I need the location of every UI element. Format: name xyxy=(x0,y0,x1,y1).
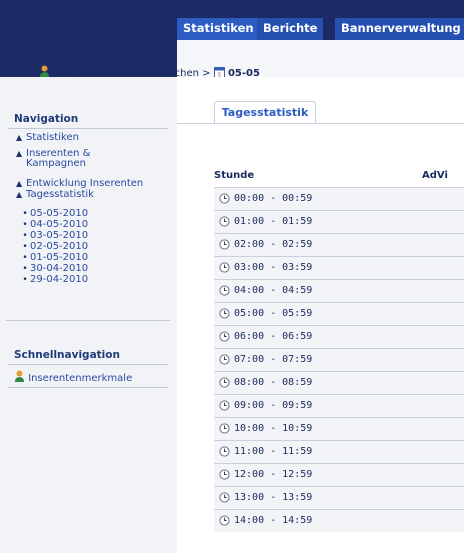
divider xyxy=(6,320,170,321)
table-row: 04:00 - 04:59 xyxy=(214,279,464,302)
hour-range-link[interactable]: 01:00 - 01:59 xyxy=(234,216,312,227)
user-icon xyxy=(14,370,25,386)
date-label: 03-05-2010 xyxy=(30,230,89,241)
table-row: 14:00 - 14:59 xyxy=(214,509,464,532)
table-row: 06:00 - 06:59 xyxy=(214,325,464,348)
hour-range-link[interactable]: 14:00 - 14:59 xyxy=(234,515,312,526)
hour-range-link[interactable]: 04:00 - 04:59 xyxy=(234,285,312,296)
inserentenmerkmale-link[interactable]: Inserentenmerkmale xyxy=(14,370,132,386)
hour-range-link[interactable]: 10:00 - 10:59 xyxy=(234,423,312,434)
navigation-title: Navigation xyxy=(14,113,79,125)
date-link[interactable]: • 30-04-2010 xyxy=(20,263,89,275)
clock-icon xyxy=(219,400,230,414)
clock-icon xyxy=(219,308,230,322)
schnellnavigation-title: Schnellnavigation xyxy=(14,349,120,361)
hour-range-link[interactable]: 11:00 - 11:59 xyxy=(234,446,312,457)
sidebar-item-entwicklung-inserenten[interactable]: ▲ Entwicklung Inserenten xyxy=(16,179,143,189)
divider xyxy=(8,128,168,129)
date-link[interactable]: • 04-05-2010 xyxy=(20,219,89,231)
divider xyxy=(8,364,168,365)
tab-berichte[interactable]: Berichte xyxy=(257,18,324,40)
table-row: 09:00 - 09:59 xyxy=(214,394,464,417)
date-label: 29-04-2010 xyxy=(30,274,89,285)
sidebar-item-label: Entwicklung Inserenten xyxy=(26,178,144,189)
bullet-icon: • xyxy=(22,231,28,241)
sidebar-item-label: Statistiken xyxy=(26,132,79,143)
hour-range-link[interactable]: 12:00 - 12:59 xyxy=(234,469,312,480)
date-link[interactable]: • 03-05-2010 xyxy=(20,230,89,242)
table-row: 08:00 - 08:59 xyxy=(214,371,464,394)
clock-icon xyxy=(219,216,230,230)
sidebar-item-tagesstatistik[interactable]: ▲ Tagesstatistik xyxy=(16,190,94,200)
bullet-icon: • xyxy=(22,264,28,274)
column-header-stunde: Stunde xyxy=(214,170,255,181)
tab-tagesstatistik[interactable]: Tagesstatistik xyxy=(214,101,316,124)
arrow-up-icon: ▲ xyxy=(16,179,23,188)
main-content: Tagesstatistik Stunde AdVi 00:00 - 00:59… xyxy=(177,77,464,553)
date-label: 30-04-2010 xyxy=(30,263,89,274)
table-row: 00:00 - 00:59 xyxy=(214,187,464,210)
date-link[interactable]: • 29-04-2010 xyxy=(20,274,89,286)
tab-bannerverwaltung[interactable]: Bannerverwaltung xyxy=(335,18,464,40)
date-label: 02-05-2010 xyxy=(30,241,89,252)
table-row: 11:00 - 11:59 xyxy=(214,440,464,463)
date-label: 05-05-2010 xyxy=(30,208,89,219)
hour-range-link[interactable]: 06:00 - 06:59 xyxy=(234,331,312,342)
inserentenmerkmale-label: Inserentenmerkmale xyxy=(28,373,133,384)
clock-icon xyxy=(219,469,230,483)
arrow-up-icon: ▲ xyxy=(16,149,23,158)
clock-icon xyxy=(219,239,230,253)
date-link[interactable]: • 01-05-2010 xyxy=(20,252,89,264)
hour-table: 00:00 - 00:59 01:00 - 01:59 02:00 - 02:59 0… xyxy=(214,187,464,532)
clock-icon xyxy=(219,354,230,368)
hour-range-link[interactable]: 02:00 - 02:59 xyxy=(234,239,312,250)
table-row: 13:00 - 13:59 xyxy=(214,486,464,509)
date-label: 01-05-2010 xyxy=(30,252,89,263)
hour-range-link[interactable]: 03:00 - 03:59 xyxy=(234,262,312,273)
clock-icon xyxy=(219,285,230,299)
tab-statistiken[interactable]: Statistiken xyxy=(177,18,260,40)
main-tab-bar: Statistiken Berichte Bannerverwaltung xyxy=(177,0,464,40)
bullet-icon: • xyxy=(22,220,28,230)
hour-range-link[interactable]: 13:00 - 13:59 xyxy=(234,492,312,503)
arrow-up-icon: ▲ xyxy=(16,190,23,199)
clock-icon xyxy=(219,377,230,391)
hour-range-link[interactable]: 09:00 - 09:59 xyxy=(234,400,312,411)
date-link[interactable]: • 05-05-2010 xyxy=(20,208,89,220)
sidebar: Navigation ▲ Statistiken ▲ Inserenten & Ka… xyxy=(0,77,178,553)
arrow-up-icon: ▲ xyxy=(16,133,23,142)
date-link[interactable]: • 02-05-2010 xyxy=(20,241,89,253)
clock-icon xyxy=(219,515,230,529)
table-row: 01:00 - 01:59 xyxy=(214,210,464,233)
divider xyxy=(8,387,168,388)
bullet-icon: • xyxy=(22,242,28,252)
sidebar-item-label: Inserenten & Kampagnen xyxy=(26,148,91,169)
clock-icon xyxy=(219,262,230,276)
tab-underline xyxy=(177,123,464,124)
clock-icon xyxy=(219,193,230,207)
hour-range-link[interactable]: 05:00 - 05:59 xyxy=(234,308,312,319)
column-header-advi: AdVi xyxy=(422,170,448,181)
bullet-icon: • xyxy=(22,275,28,285)
bullet-icon: • xyxy=(22,253,28,263)
table-row: 12:00 - 12:59 xyxy=(214,463,464,486)
table-row: 10:00 - 10:59 xyxy=(214,417,464,440)
sidebar-item-inserenten-kampagnen[interactable]: ▲ Inserenten & Kampagnen xyxy=(16,149,166,169)
clock-icon xyxy=(219,423,230,437)
sidebar-item-statistiken[interactable]: ▲ Statistiken xyxy=(16,133,79,143)
clock-icon xyxy=(219,492,230,506)
hour-range-link[interactable]: 00:00 - 00:59 xyxy=(234,193,312,204)
hour-range-link[interactable]: 08:00 - 08:59 xyxy=(234,377,312,388)
table-row: 07:00 - 07:59 xyxy=(214,348,464,371)
table-row: 03:00 - 03:59 xyxy=(214,256,464,279)
table-row: 05:00 - 05:59 xyxy=(214,302,464,325)
date-label: 04-05-2010 xyxy=(30,219,89,230)
bullet-icon: • xyxy=(22,209,28,219)
clock-icon xyxy=(219,331,230,345)
hour-range-link[interactable]: 07:00 - 07:59 xyxy=(234,354,312,365)
table-row: 02:00 - 02:59 xyxy=(214,233,464,256)
sidebar-item-label: Tagesstatistik xyxy=(26,189,94,200)
clock-icon xyxy=(219,446,230,460)
